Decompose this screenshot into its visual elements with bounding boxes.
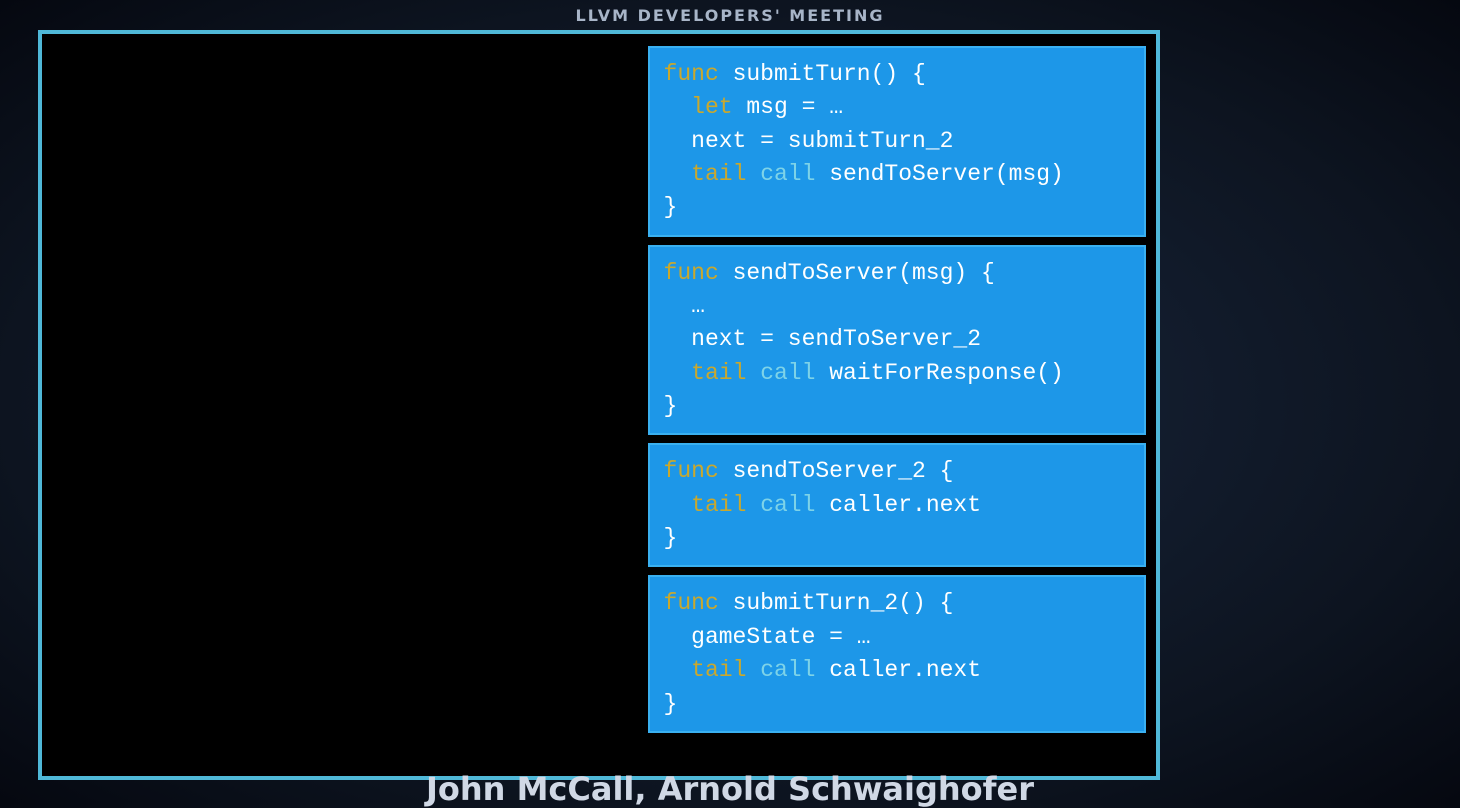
slide-left-pane	[42, 34, 644, 776]
code-token: call	[760, 657, 815, 683]
code-token	[746, 161, 760, 187]
code-token: waitForResponse()	[815, 360, 1063, 386]
code-token: func	[664, 458, 719, 484]
code-block-2: func sendToServer_2 { tail call caller.n…	[648, 443, 1146, 567]
code-token	[664, 657, 692, 683]
code-token: next = submitTurn_2	[664, 128, 954, 154]
code-token: }	[664, 194, 678, 220]
code-token: sendToServer(msg)	[815, 161, 1063, 187]
code-token: tail	[691, 161, 746, 187]
code-token: }	[664, 525, 678, 551]
code-token: func	[664, 61, 719, 87]
code-token	[664, 161, 692, 187]
code-token: }	[664, 691, 678, 717]
code-token: submitTurn() {	[719, 61, 926, 87]
code-token	[664, 94, 692, 120]
code-block-1: func sendToServer(msg) { … next = sendTo…	[648, 245, 1146, 436]
authors-text: John McCall, Arnold Schwaighofer	[0, 770, 1460, 808]
code-token: caller.next	[815, 657, 981, 683]
code-token: tail	[691, 492, 746, 518]
code-token	[746, 360, 760, 386]
slide-frame: func submitTurn() { let msg = … next = s…	[38, 30, 1160, 780]
code-token: func	[664, 260, 719, 286]
code-token	[746, 657, 760, 683]
code-token	[664, 492, 692, 518]
code-token: func	[664, 590, 719, 616]
code-token: let	[691, 94, 732, 120]
code-token: caller.next	[815, 492, 981, 518]
code-token: next = sendToServer_2	[664, 326, 981, 352]
code-block-3: func submitTurn_2() { gameState = … tail…	[648, 575, 1146, 732]
code-token	[746, 492, 760, 518]
code-token: msg = …	[733, 94, 843, 120]
code-token: tail	[691, 360, 746, 386]
code-token: submitTurn_2() {	[719, 590, 954, 616]
slide-right-pane: func submitTurn() { let msg = … next = s…	[644, 34, 1156, 776]
code-token: tail	[691, 657, 746, 683]
header-title: LLVM DEVELOPERS' MEETING	[0, 0, 1460, 25]
code-token: }	[664, 393, 678, 419]
code-token: call	[760, 492, 815, 518]
code-block-0: func submitTurn() { let msg = … next = s…	[648, 46, 1146, 237]
code-token: gameState = …	[664, 624, 871, 650]
code-token	[664, 360, 692, 386]
code-token: sendToServer(msg) {	[719, 260, 995, 286]
code-token: call	[760, 161, 815, 187]
code-token: call	[760, 360, 815, 386]
code-token: sendToServer_2 {	[719, 458, 954, 484]
code-token: …	[664, 293, 705, 319]
